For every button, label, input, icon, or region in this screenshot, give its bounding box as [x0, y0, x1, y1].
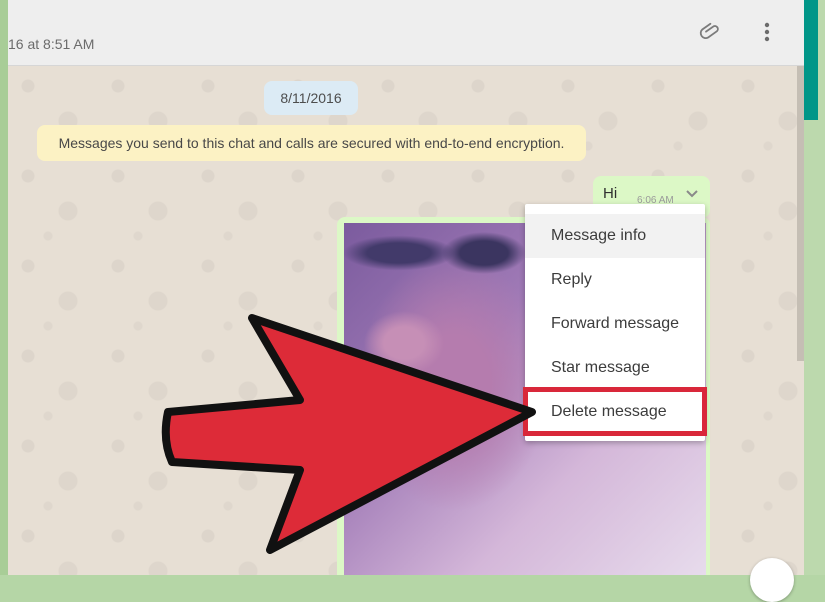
scroll-down-button[interactable] [750, 558, 794, 602]
menu-item-delete-message[interactable]: Delete message [525, 390, 705, 434]
menu-item-forward-message[interactable]: Forward message [525, 302, 705, 346]
menu-item-message-info[interactable]: Message info [525, 214, 705, 258]
chevron-down-icon[interactable] [684, 186, 700, 202]
paperclip-icon[interactable] [698, 19, 724, 45]
menu-item-reply[interactable]: Reply [525, 258, 705, 302]
accent-bar [804, 0, 818, 120]
menu-item-star-message[interactable]: Star message [525, 346, 705, 390]
last-seen-text: 16 at 8:51 AM [8, 36, 95, 52]
encryption-notice[interactable]: Messages you send to this chat and calls… [37, 125, 586, 161]
scrollbar[interactable] [797, 66, 804, 361]
date-chip: 8/11/2016 [264, 81, 358, 115]
menu-dots-icon[interactable] [754, 19, 780, 45]
left-background-strip [0, 0, 8, 575]
chat-header: 16 at 8:51 AM [8, 0, 804, 66]
message-context-menu: Message info Reply Forward message Star … [525, 204, 705, 441]
message-text: Hi [603, 185, 618, 202]
